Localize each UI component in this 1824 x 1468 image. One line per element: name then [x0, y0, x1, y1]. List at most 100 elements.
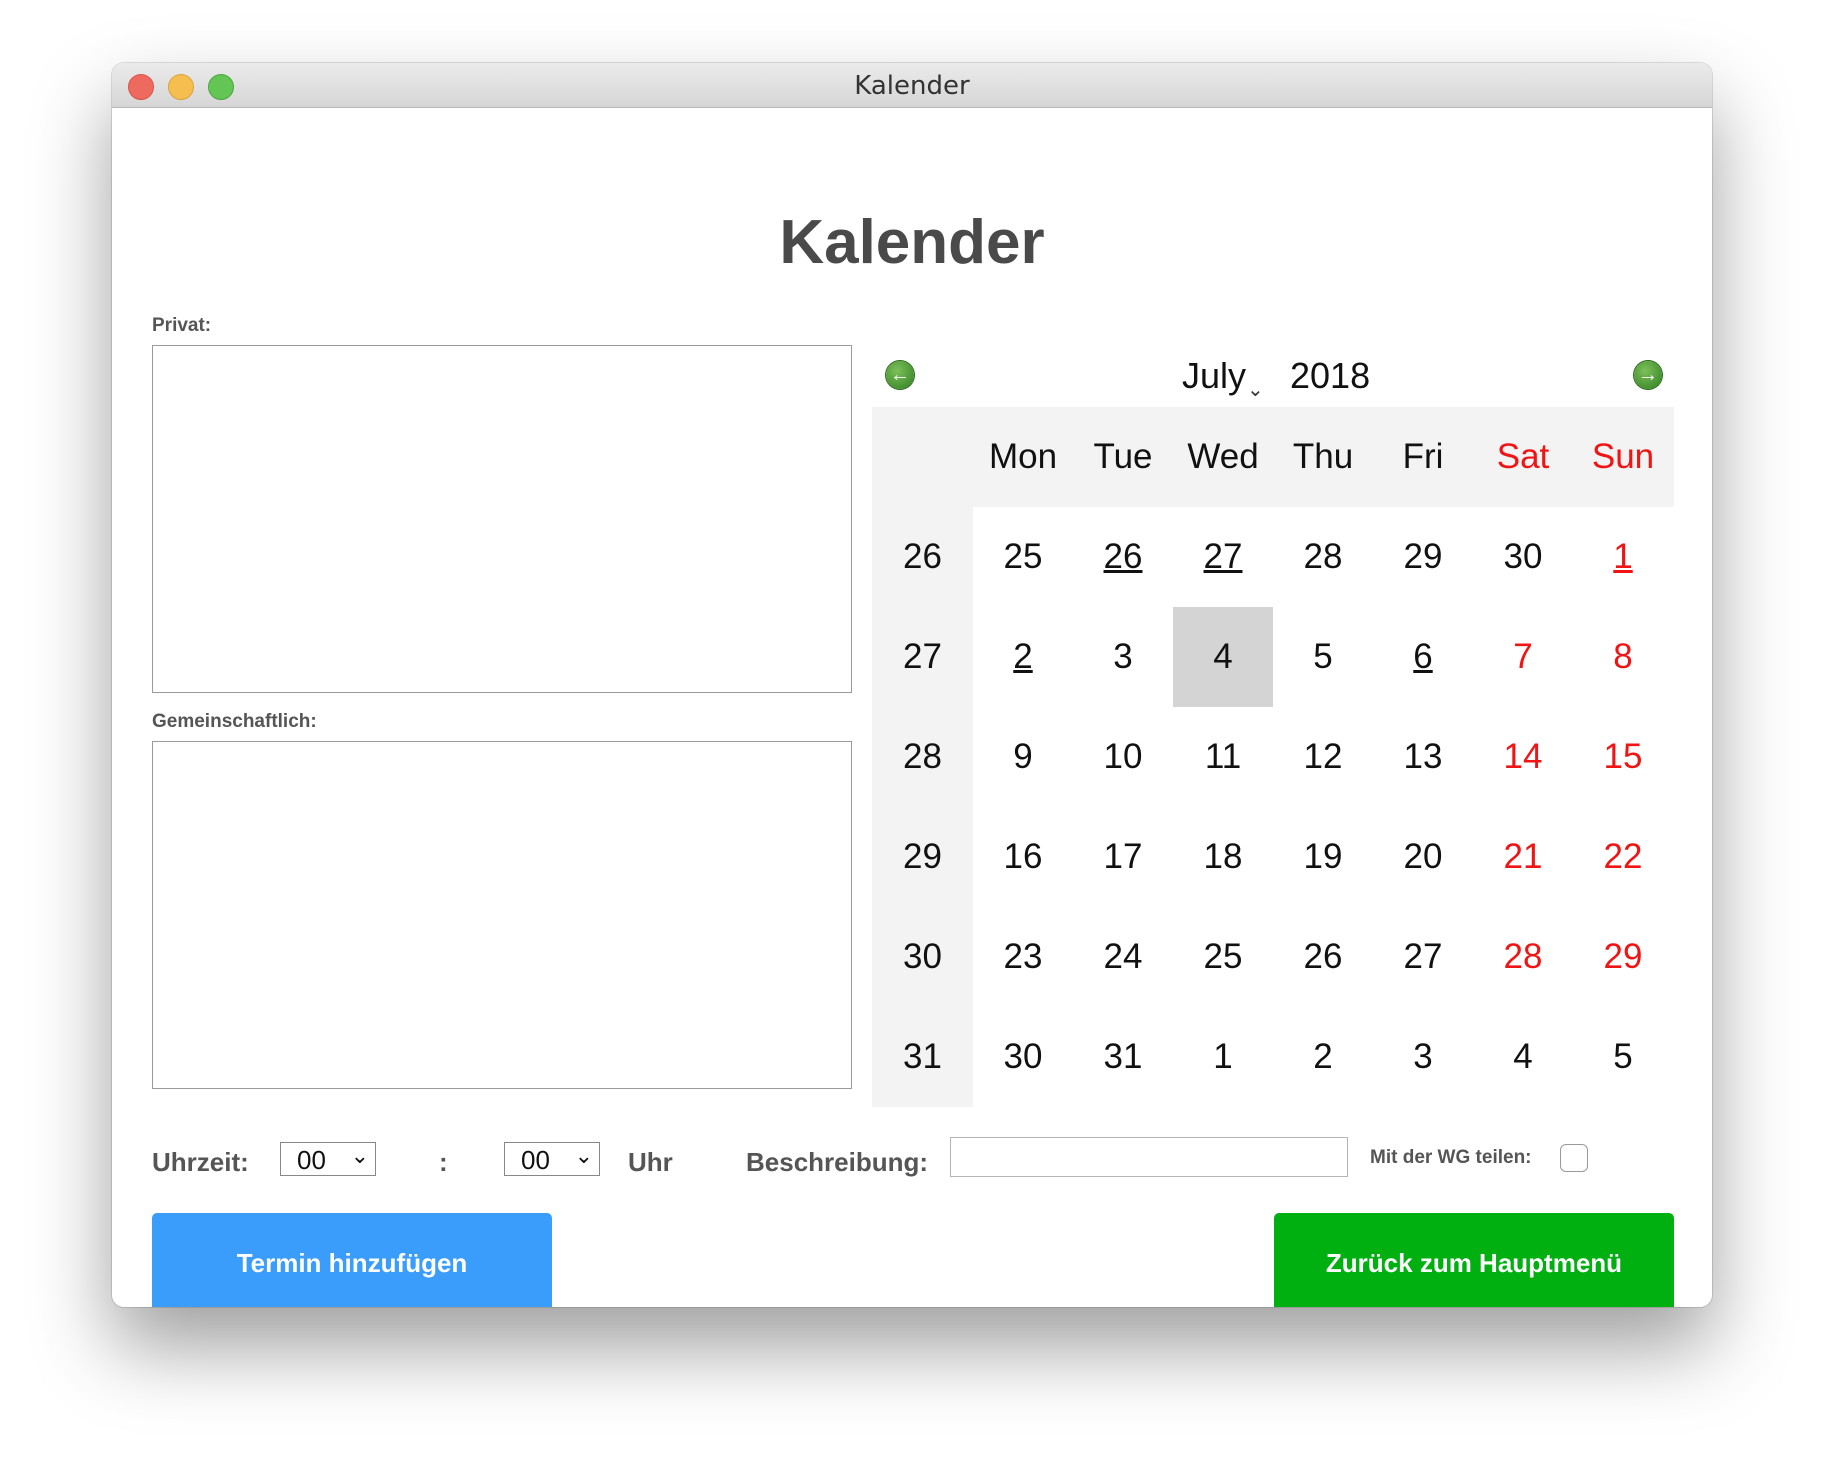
- day-number: 2: [1013, 637, 1033, 676]
- private-textarea[interactable]: [152, 345, 852, 693]
- calendar-day[interactable]: 25: [973, 507, 1073, 607]
- calendar-day[interactable]: 4: [1473, 1007, 1573, 1107]
- calendar-day[interactable]: 7: [1473, 607, 1573, 707]
- week-number: 28: [872, 707, 973, 807]
- calendar-day[interactable]: 15: [1573, 707, 1673, 807]
- day-number: 25: [1003, 537, 1043, 576]
- page-title: Kalender: [779, 208, 1045, 277]
- add-appointment-button[interactable]: Termin hinzufügen: [152, 1213, 552, 1307]
- back-to-main-menu-button[interactable]: Zurück zum Hauptmenü: [1274, 1213, 1674, 1307]
- year-value[interactable]: 2018: [1290, 355, 1370, 397]
- week-number: 29: [872, 807, 973, 907]
- weekday-header: Sun: [1591, 437, 1655, 476]
- shared-label: Gemeinschaftlich:: [152, 711, 317, 732]
- description-label: Beschreibung:: [746, 1147, 929, 1177]
- day-number: 24: [1103, 937, 1143, 976]
- weekday-header: Tue: [1093, 437, 1153, 476]
- day-number: 29: [1603, 937, 1643, 976]
- arrow-left-circle-icon[interactable]: ←: [886, 361, 914, 389]
- weekday-header: Thu: [1292, 437, 1354, 476]
- chevron-down-icon: ⌄: [574, 1143, 593, 1168]
- calendar-day[interactable]: 17: [1073, 807, 1173, 907]
- calendar-day[interactable]: 8: [1573, 607, 1673, 707]
- day-number: 26: [1103, 537, 1143, 576]
- shared-textarea[interactable]: [152, 741, 852, 1089]
- chevron-down-icon[interactable]: ⌄: [1247, 377, 1264, 402]
- day-number: 17: [1103, 837, 1143, 876]
- calendar-day[interactable]: 30: [973, 1007, 1073, 1107]
- calendar-day[interactable]: 18: [1173, 807, 1273, 907]
- calendar-day[interactable]: 2: [1273, 1007, 1373, 1107]
- calendar-day[interactable]: 12: [1273, 707, 1373, 807]
- day-number: 23: [1003, 937, 1043, 976]
- calendar-day[interactable]: 30: [1473, 507, 1573, 607]
- hour-select[interactable]: 00 ⌄: [280, 1142, 376, 1176]
- calendar-day[interactable]: 13: [1373, 707, 1473, 807]
- month-select[interactable]: July: [1182, 355, 1246, 397]
- calendar-day[interactable]: 28: [1273, 507, 1373, 607]
- week-number: 26: [872, 507, 973, 607]
- day-number: 25: [1203, 937, 1243, 976]
- calendar-day[interactable]: 19: [1273, 807, 1373, 907]
- calendar-day[interactable]: 3: [1073, 607, 1173, 707]
- weekday-header: Wed: [1187, 437, 1259, 476]
- app-window: Kalender Kalender Privat: Gemeinschaftli…: [112, 63, 1712, 1307]
- calendar-day[interactable]: 11: [1173, 707, 1273, 807]
- day-number: 3: [1113, 637, 1133, 676]
- day-number: 9: [1013, 737, 1033, 776]
- calendar-day[interactable]: 27: [1173, 507, 1273, 607]
- calendar-day[interactable]: 31: [1073, 1007, 1173, 1107]
- day-number: 1: [1613, 537, 1633, 576]
- calendar-day[interactable]: 29: [1573, 907, 1673, 1007]
- hour-value: 00: [297, 1145, 326, 1175]
- day-number: 28: [1303, 537, 1343, 576]
- calendar-day[interactable]: 27: [1373, 907, 1473, 1007]
- calendar-week-row: 29 16 17 18 19 20 21 22: [872, 807, 1674, 907]
- minute-select[interactable]: 00 ⌄: [504, 1142, 600, 1176]
- day-number: 10: [1103, 737, 1143, 776]
- calendar-day[interactable]: 3: [1373, 1007, 1473, 1107]
- calendar-day[interactable]: 1: [1173, 1007, 1273, 1107]
- description-input[interactable]: [950, 1137, 1348, 1177]
- calendar-day[interactable]: 2: [973, 607, 1073, 707]
- calendar-header: ← July ⌄ 2018 →: [872, 347, 1674, 407]
- weekday-header: Sat: [1496, 437, 1550, 476]
- day-number: 4: [1213, 637, 1233, 676]
- share-label: Mit der WG teilen:: [1370, 1147, 1532, 1168]
- calendar-day[interactable]: 5: [1273, 607, 1373, 707]
- calendar-day[interactable]: 16: [973, 807, 1073, 907]
- time-label: Uhrzeit:: [152, 1147, 249, 1177]
- arrow-right-circle-icon[interactable]: →: [1634, 361, 1662, 389]
- calendar-day[interactable]: 1: [1573, 507, 1673, 607]
- calendar-day[interactable]: 28: [1473, 907, 1573, 1007]
- calendar-day[interactable]: 23: [973, 907, 1073, 1007]
- calendar-day[interactable]: 24: [1073, 907, 1173, 1007]
- calendar-day[interactable]: 10: [1073, 707, 1173, 807]
- calendar-day[interactable]: 26: [1273, 907, 1373, 1007]
- calendar-day-selected[interactable]: 4: [1173, 607, 1273, 707]
- calendar-day[interactable]: 22: [1573, 807, 1673, 907]
- day-number: 4: [1513, 1037, 1533, 1076]
- calendar-day[interactable]: 9: [973, 707, 1073, 807]
- day-number: 31: [1103, 1037, 1143, 1076]
- calendar-week-row: 30 23 24 25 26 27 28 29: [872, 907, 1674, 1007]
- day-number: 6: [1413, 637, 1433, 676]
- calendar-week-row: 31 30 31 1 2 3 4 5: [872, 1007, 1674, 1107]
- calendar-day[interactable]: 26: [1073, 507, 1173, 607]
- day-number: 28: [1503, 937, 1543, 976]
- chevron-down-icon: ⌄: [350, 1143, 369, 1168]
- week-number-header: [872, 407, 973, 507]
- calendar-day[interactable]: 29: [1373, 507, 1473, 607]
- calendar-day[interactable]: 21: [1473, 807, 1573, 907]
- calendar-week-row: 26 25 26 27 28 29 30 1: [872, 507, 1674, 607]
- day-number: 20: [1403, 837, 1443, 876]
- window-title: Kalender: [854, 71, 970, 101]
- calendar-day[interactable]: 20: [1373, 807, 1473, 907]
- calendar-day[interactable]: 25: [1173, 907, 1273, 1007]
- share-checkbox[interactable]: [1560, 1144, 1588, 1172]
- calendar-day[interactable]: 6: [1373, 607, 1473, 707]
- calendar-day[interactable]: 5: [1573, 1007, 1673, 1107]
- time-separator: :: [439, 1147, 448, 1177]
- calendar-day[interactable]: 14: [1473, 707, 1573, 807]
- calendar-week-row: 28 9 10 11 12 13 14 15: [872, 707, 1674, 807]
